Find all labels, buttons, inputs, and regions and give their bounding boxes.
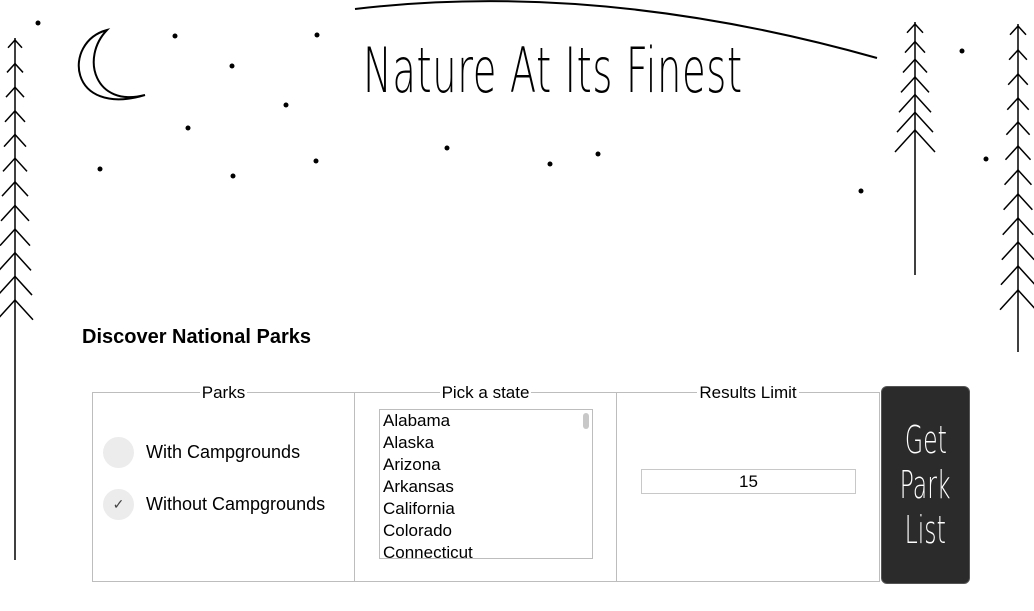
radio-with-campgrounds[interactable]: With Campgrounds [103,437,300,468]
star-icon [595,151,601,157]
radio-with-campgrounds-label[interactable]: With Campgrounds [146,442,300,463]
state-option[interactable]: Alabama [380,410,592,432]
button-word: Park [900,462,951,507]
results-limit-legend: Results Limit [697,383,799,402]
star-icon [229,63,235,69]
radio-without-campgrounds[interactable]: ✓ Without Campgrounds [103,489,325,520]
parks-fieldset: Parks With Campgrounds ✓ Without Campgro… [92,383,355,582]
state-option[interactable]: Arkansas [380,476,592,498]
moon-icon [77,28,146,101]
star-icon [97,166,103,172]
star-icon [983,156,989,162]
state-option[interactable]: Colorado [380,520,592,542]
star-icon [547,161,553,167]
radio-with-campgrounds-circle[interactable] [103,437,134,468]
state-option[interactable]: Connecticut [380,542,592,558]
section-heading: Discover National Parks [82,326,311,348]
star-icon [185,125,191,131]
state-option[interactable]: California [380,498,592,520]
star-icon [858,188,864,194]
star-icon [444,145,450,151]
radio-without-campgrounds-circle[interactable]: ✓ [103,489,134,520]
state-select-list[interactable]: Alabama Alaska Arizona Arkansas Californ… [379,409,593,559]
star-icon [313,158,319,164]
state-legend: Pick a state [439,383,532,402]
pine-tree-icon [999,24,1034,352]
star-icon [959,48,965,54]
button-word: List [904,507,947,552]
page-title: Nature At Its Finest [363,34,743,107]
state-fieldset: Pick a state Alabama Alaska Arizona Arka… [354,383,617,582]
star-icon [283,102,289,108]
state-option[interactable]: Alaska [380,432,592,454]
star-icon [35,20,41,26]
star-icon [314,32,320,38]
results-limit-fieldset: Results Limit [616,383,880,582]
star-icon [172,33,178,39]
button-word: Get [904,417,947,462]
pine-tree-icon [894,22,936,275]
parks-legend: Parks [199,383,248,402]
list-scrollbar[interactable] [583,413,589,429]
radio-without-campgrounds-label[interactable]: Without Campgrounds [146,494,325,515]
star-icon [230,173,236,179]
results-limit-input[interactable] [641,469,856,494]
state-option[interactable]: Arizona [380,454,592,476]
pine-tree-icon [0,38,34,560]
get-park-list-button[interactable]: Get Park List [881,386,970,584]
checkmark-icon: ✓ [112,496,125,512]
